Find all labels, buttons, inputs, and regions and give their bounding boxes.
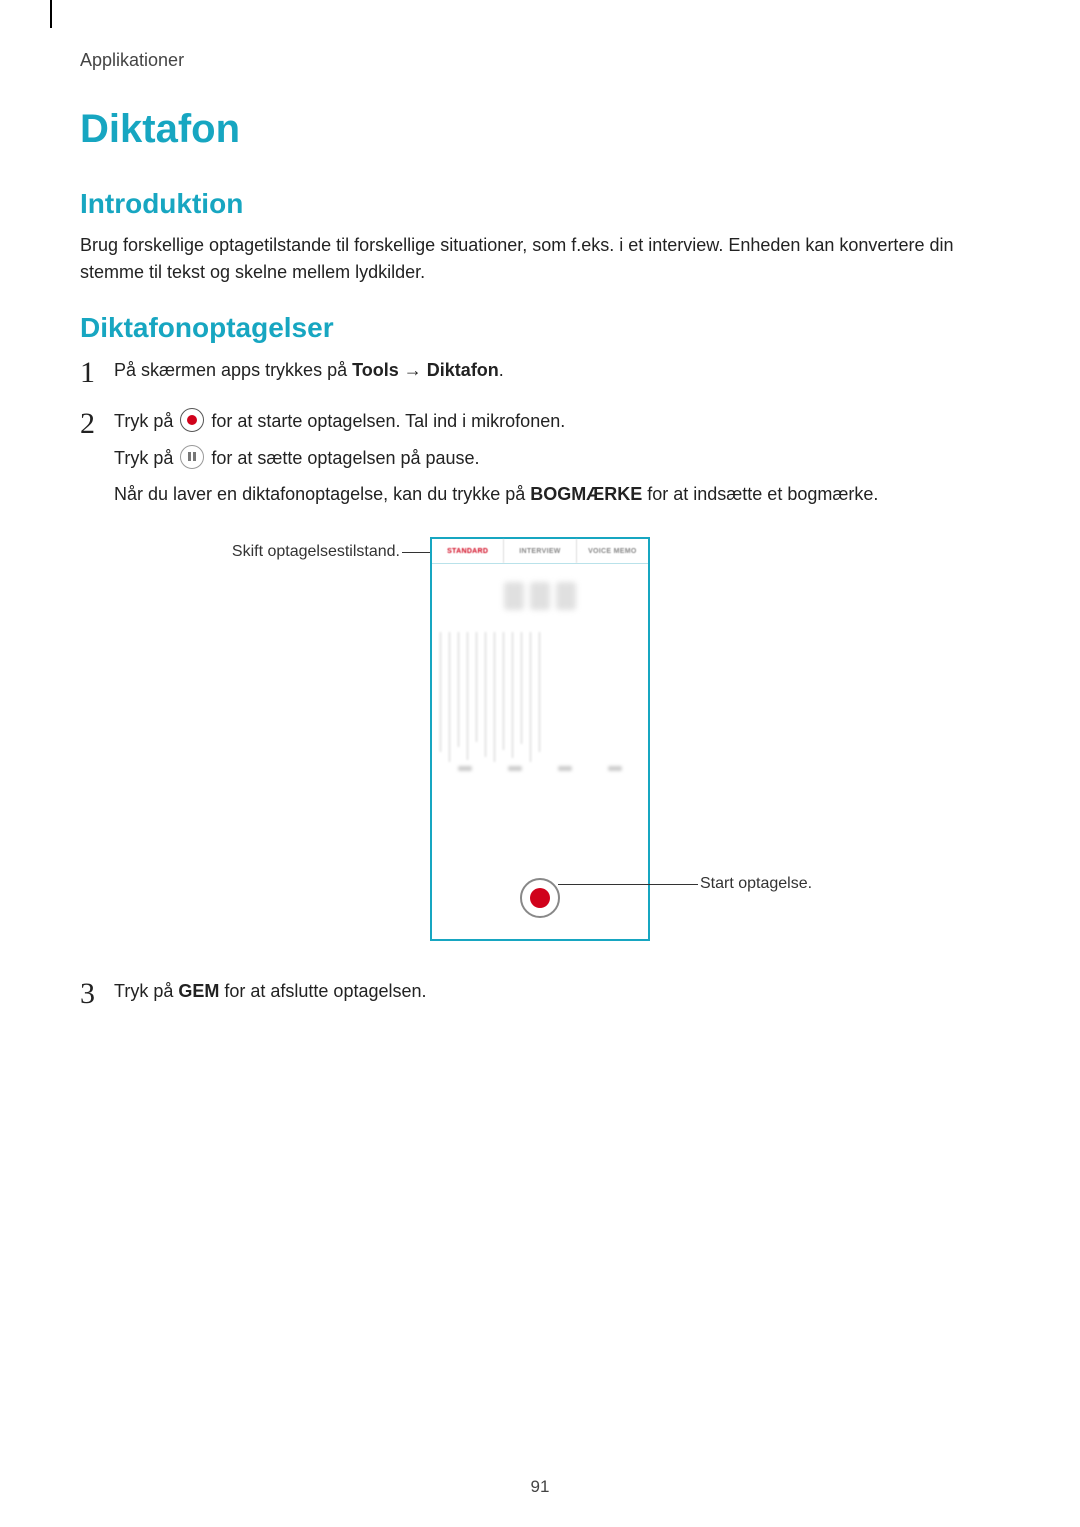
step-1: 1 På skærmen apps trykkes på Tools → Dik… [80,356,1000,393]
figure: Skift optagelsestilstand. STANDARD INTER… [80,537,1000,957]
callout-change-mode: Skift optagelsestilstand. [170,543,400,561]
step-1-bold-tools: Tools [352,360,399,380]
record-icon [180,408,204,432]
step-1-arrow: → [399,360,427,380]
step-2: 2 Tryk på for at starte optagelsen. Tal … [80,407,1000,517]
page-number: 91 [0,1477,1080,1497]
step-number: 1 [80,356,114,389]
step-number: 2 [80,407,114,440]
breadcrumb: Applikationer [80,50,1000,71]
tab-voicememo[interactable]: VOICE MEMO [577,539,648,563]
step-2-l1-pre: Tryk på [114,411,178,431]
tab-standard[interactable]: STANDARD [432,539,504,563]
phone-screenshot: STANDARD INTERVIEW VOICE MEMO [430,537,650,941]
step-1-text-post: . [499,360,504,380]
step-3-body: Tryk på GEM for at afslutte optagelsen. [114,977,1000,1014]
step-1-bold-diktafon: Diktafon [427,360,499,380]
step-3-post: for at afslutte optagelsen. [219,981,426,1001]
intro-text: Brug forskellige optagetilstande til for… [80,232,1000,286]
step-2-l1-post: for at starte optagelsen. Tal ind i mikr… [206,411,565,431]
step-number: 3 [80,977,114,1010]
step-2-l3-pre: Når du laver en diktafonoptagelse, kan d… [114,484,530,504]
step-1-body: På skærmen apps trykkes på Tools → Dikta… [114,356,1000,393]
record-button[interactable] [520,878,560,918]
step-3: 3 Tryk på GEM for at afslutte optagelsen… [80,977,1000,1014]
waveform-area [432,628,648,857]
step-2-l2-post: for at sætte optagelsen på pause. [206,448,479,468]
callout-leader-line [558,884,698,885]
page-title: Diktafon [80,107,1000,152]
timer-display [432,564,648,628]
step-3-pre: Tryk på [114,981,178,1001]
section-heading-introduction: Introduktion [80,188,1000,220]
record-row [432,857,648,939]
section-heading-recordings: Diktafonoptagelser [80,312,1000,344]
header-rule [50,0,52,28]
mode-tabs: STANDARD INTERVIEW VOICE MEMO [432,539,648,564]
step-3-bold: GEM [178,981,219,1001]
callout-start-recording: Start optagelse. [700,875,812,893]
step-2-l2-pre: Tryk på [114,448,178,468]
step-1-text-pre: På skærmen apps trykkes på [114,360,352,380]
pause-icon [180,445,204,469]
tab-interview[interactable]: INTERVIEW [504,539,576,563]
step-2-l3-bold: BOGMÆRKE [530,484,642,504]
step-2-l3-post: for at indsætte et bogmærke. [642,484,878,504]
step-2-body: Tryk på for at starte optagelsen. Tal in… [114,407,1000,517]
